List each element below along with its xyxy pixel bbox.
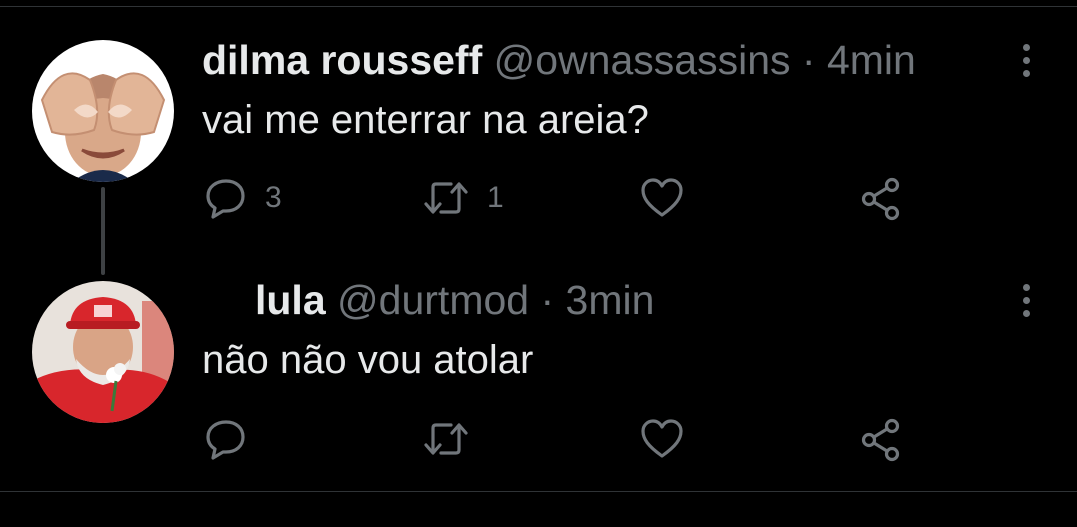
like-button[interactable]	[640, 177, 684, 219]
heart-icon	[641, 419, 683, 458]
more-options-icon[interactable]	[1016, 36, 1036, 84]
avatar-dilma[interactable]	[32, 40, 174, 182]
retweet-icon	[424, 423, 468, 455]
reply-icon	[206, 179, 245, 219]
author-name[interactable]: dilma rousseff	[202, 37, 482, 83]
share-icon	[861, 418, 900, 462]
retweet-button[interactable]	[423, 418, 469, 460]
reply-count: 3	[265, 181, 282, 214]
timestamp[interactable]: 4min	[827, 37, 916, 83]
author-name[interactable]: lula	[255, 277, 326, 323]
separator: ·	[801, 37, 816, 83]
reply-button[interactable]: 3	[205, 177, 282, 219]
heart-icon	[641, 178, 683, 217]
author-handle[interactable]: @ownassassins	[494, 37, 791, 83]
share-button[interactable]	[860, 177, 904, 221]
retweet-count: 1	[487, 181, 504, 214]
top-divider	[0, 6, 1077, 7]
share-icon	[861, 177, 900, 221]
author-handle[interactable]: @durtmod	[337, 277, 529, 323]
timestamp[interactable]: 3min	[566, 277, 655, 323]
tweet-2-header: lula @durtmod · 3min	[255, 276, 654, 324]
retweet-button[interactable]: 1	[423, 177, 504, 219]
thread-connector	[101, 187, 105, 275]
tweet-1-header: dilma rousseff @ownassassins · 4min	[202, 36, 916, 84]
reply-icon	[206, 420, 245, 460]
share-button[interactable]	[860, 418, 904, 462]
separator: ·	[540, 277, 555, 323]
retweet-icon	[424, 182, 468, 214]
like-button[interactable]	[640, 418, 684, 460]
more-options-icon[interactable]	[1016, 276, 1036, 324]
bottom-divider	[0, 491, 1077, 492]
reply-button[interactable]	[205, 418, 247, 460]
tweet-2-text: não não vou atolar	[202, 338, 534, 382]
avatar-lula[interactable]	[32, 281, 174, 423]
tweet-1-text: vai me enterrar na areia?	[202, 98, 649, 142]
